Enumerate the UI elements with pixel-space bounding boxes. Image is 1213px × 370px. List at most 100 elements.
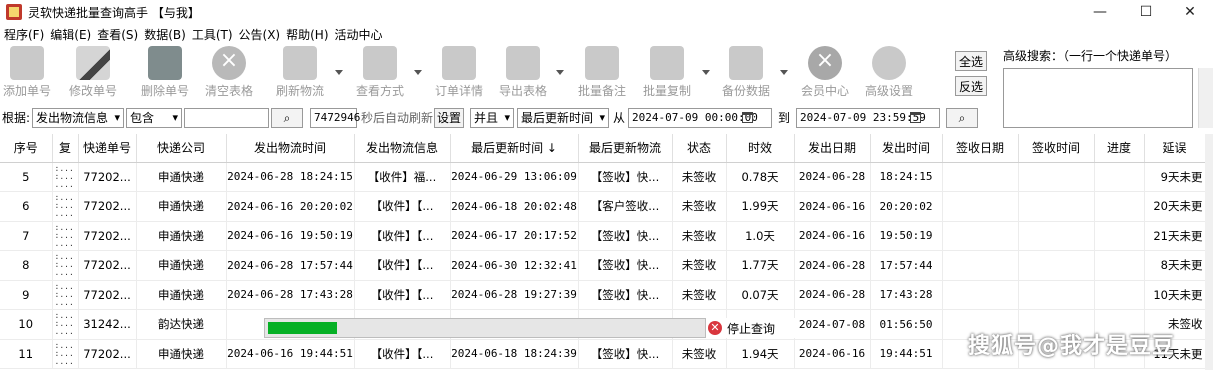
- menu-program[interactable]: 程序(F): [4, 26, 44, 43]
- col-header-sent-time[interactable]: 发出物流时间: [226, 134, 355, 163]
- menu-activity[interactable]: 活动中心: [335, 26, 383, 43]
- cell-status: 未签收: [672, 221, 727, 251]
- cell-index: 8: [0, 250, 53, 281]
- backup-dropdown-arrow[interactable]: [780, 70, 788, 75]
- cell-duration: 1.0天: [726, 221, 795, 251]
- copy-dropdown-arrow[interactable]: [702, 70, 710, 75]
- cell-last-info: 【签收】快...: [578, 221, 673, 251]
- cell-last-info: 【签收】快...: [578, 339, 673, 369]
- logic-select[interactable]: 并且: [470, 108, 514, 128]
- order-detail-icon: [442, 46, 476, 80]
- from-datetime-picker[interactable]: 2024-07-09 00:00:00: [628, 108, 772, 128]
- cell-sent-info: 【收件】福...: [354, 162, 451, 192]
- menu-data[interactable]: 数据(B): [144, 26, 186, 43]
- cell-send-date: 2024-06-28: [794, 162, 871, 192]
- refresh-dropdown-arrow[interactable]: [335, 70, 343, 75]
- batch-note-button[interactable]: 批量备注: [577, 46, 627, 99]
- col-header-company[interactable]: 快递公司: [136, 134, 227, 163]
- view-mode-button[interactable]: 查看方式: [355, 46, 405, 99]
- export-table-button[interactable]: 导出表格: [498, 46, 548, 99]
- col-header-duration[interactable]: 时效: [726, 134, 795, 163]
- col-header-sign-date[interactable]: 签收日期: [942, 134, 1019, 163]
- col-header-sign-time[interactable]: 签收时间: [1018, 134, 1095, 163]
- close-button[interactable]: ✕: [1167, 0, 1213, 24]
- advanced-search-scrollbar[interactable]: [1198, 68, 1213, 128]
- cell-last-info: 【签收】快...: [578, 280, 673, 310]
- time-field-select[interactable]: 最后更新时间: [517, 108, 609, 128]
- gear-icon: [872, 46, 906, 80]
- col-header-index[interactable]: 序号: [0, 134, 53, 163]
- add-number-button[interactable]: 添加单号: [2, 46, 52, 99]
- table-row[interactable]: 5:... :... .... 77202... 申通快递 2024-06-28 18…: [0, 162, 1206, 192]
- col-header-last-info[interactable]: 最后更新物流: [578, 134, 673, 163]
- table-row[interactable]: 6:... :... .... 77202... 申通快递 2024-06-16 20…: [0, 191, 1206, 222]
- advanced-settings-button[interactable]: 高级设置: [864, 46, 914, 99]
- cell-company: 申通快递: [136, 162, 227, 192]
- menu-view[interactable]: 查看(S): [97, 26, 138, 43]
- view-mode-dropdown-arrow[interactable]: [414, 70, 422, 75]
- set-button[interactable]: 设置: [434, 108, 464, 128]
- table-row[interactable]: 8:... :... .... 77202... 申通快递 2024-06-28 17…: [0, 250, 1206, 281]
- search-icon: ⌕: [958, 111, 966, 125]
- cell-tracking: 77202...: [78, 280, 137, 310]
- table-row[interactable]: 9:... :... .... 77202... 申通快递 2024-06-28 17…: [0, 280, 1206, 310]
- add-document-icon: [10, 46, 44, 80]
- menu-tools[interactable]: 工具(T): [192, 26, 233, 43]
- col-header-tracking[interactable]: 快递单号: [78, 134, 137, 163]
- cell-progress: [1094, 191, 1145, 222]
- col-header-last-update[interactable]: 最后更新时间 ↓: [450, 134, 579, 163]
- col-header-status[interactable]: 状态: [672, 134, 727, 163]
- table-row[interactable]: 7:... :... .... 77202... 申通快递 2024-06-16 19…: [0, 221, 1206, 251]
- col-header-delay[interactable]: 延误: [1144, 134, 1206, 163]
- cell-last-update: 2024-06-17 20:17:52: [450, 221, 579, 251]
- invert-selection-button[interactable]: 反选: [955, 76, 987, 96]
- delete-document-icon: [148, 46, 182, 80]
- copy-icon: [650, 46, 684, 80]
- refresh-interval-input[interactable]: 7472946: [310, 108, 360, 128]
- menu-notice[interactable]: 公告(X): [239, 26, 281, 43]
- cell-check: :... :... ....: [52, 162, 79, 192]
- clock-icon: [808, 46, 842, 80]
- delete-number-button[interactable]: 删除单号: [140, 46, 190, 99]
- filter-match-select[interactable]: 包含: [126, 108, 182, 128]
- minimize-button[interactable]: —: [1077, 0, 1123, 24]
- member-center-button[interactable]: 会员中心: [800, 46, 850, 99]
- cell-send-time: 17:57:44: [870, 250, 943, 281]
- filter-bar: 根据: 发出物流信息 包含 ⌕ 7472946 秒后自动刷新 设置 并且 最后更…: [0, 106, 1000, 130]
- cell-last-info: 【签收】快...: [578, 162, 673, 192]
- cell-index: 5: [0, 162, 53, 192]
- filter-field-select[interactable]: 发出物流信息: [32, 108, 124, 128]
- cell-delay: 9天未更: [1144, 162, 1206, 192]
- cell-check: :... :... ....: [52, 221, 79, 251]
- advanced-search-textarea[interactable]: [1003, 68, 1193, 128]
- menu-help[interactable]: 帮助(H): [286, 26, 328, 43]
- col-header-send-time[interactable]: 发出时间: [870, 134, 943, 163]
- cell-last-update: 2024-06-29 13:06:09: [450, 162, 579, 192]
- col-header-send-date[interactable]: 发出日期: [794, 134, 871, 163]
- refresh-logistics-button[interactable]: 刷新物流: [275, 46, 325, 99]
- cell-send-date: 2024-06-16: [794, 191, 871, 222]
- cell-send-time: 18:24:15: [870, 162, 943, 192]
- col-header-sent-info[interactable]: 发出物流信息: [354, 134, 451, 163]
- cell-check: :... :... ....: [52, 280, 79, 310]
- filter-keyword-input[interactable]: [184, 108, 269, 128]
- cell-check: :... :... ....: [52, 250, 79, 281]
- edit-number-button[interactable]: 修改单号: [68, 46, 118, 99]
- col-header-check[interactable]: 复: [52, 134, 79, 163]
- backup-data-button[interactable]: 备份数据: [721, 46, 771, 99]
- filter-search-button[interactable]: ⌕: [271, 108, 303, 128]
- export-dropdown-arrow[interactable]: [556, 70, 564, 75]
- col-header-progress[interactable]: 进度: [1094, 134, 1145, 163]
- batch-copy-button[interactable]: 批量复制: [642, 46, 692, 99]
- menu-edit[interactable]: 编辑(E): [50, 26, 91, 43]
- stop-query-button[interactable]: ✕ 停止查询: [706, 318, 796, 338]
- order-detail-button[interactable]: 订单详情: [433, 46, 485, 99]
- cell-sign-date: [942, 280, 1019, 310]
- cell-status: 未签收: [672, 280, 727, 310]
- table-scrollbar[interactable]: [1205, 134, 1213, 370]
- maximize-button[interactable]: ☐: [1123, 0, 1169, 24]
- clear-table-button[interactable]: 清空表格: [204, 46, 254, 99]
- to-datetime-picker[interactable]: 2024-07-09 23:59:59: [796, 108, 940, 128]
- date-search-button[interactable]: ⌕: [946, 108, 978, 128]
- select-all-button[interactable]: 全选: [955, 51, 987, 71]
